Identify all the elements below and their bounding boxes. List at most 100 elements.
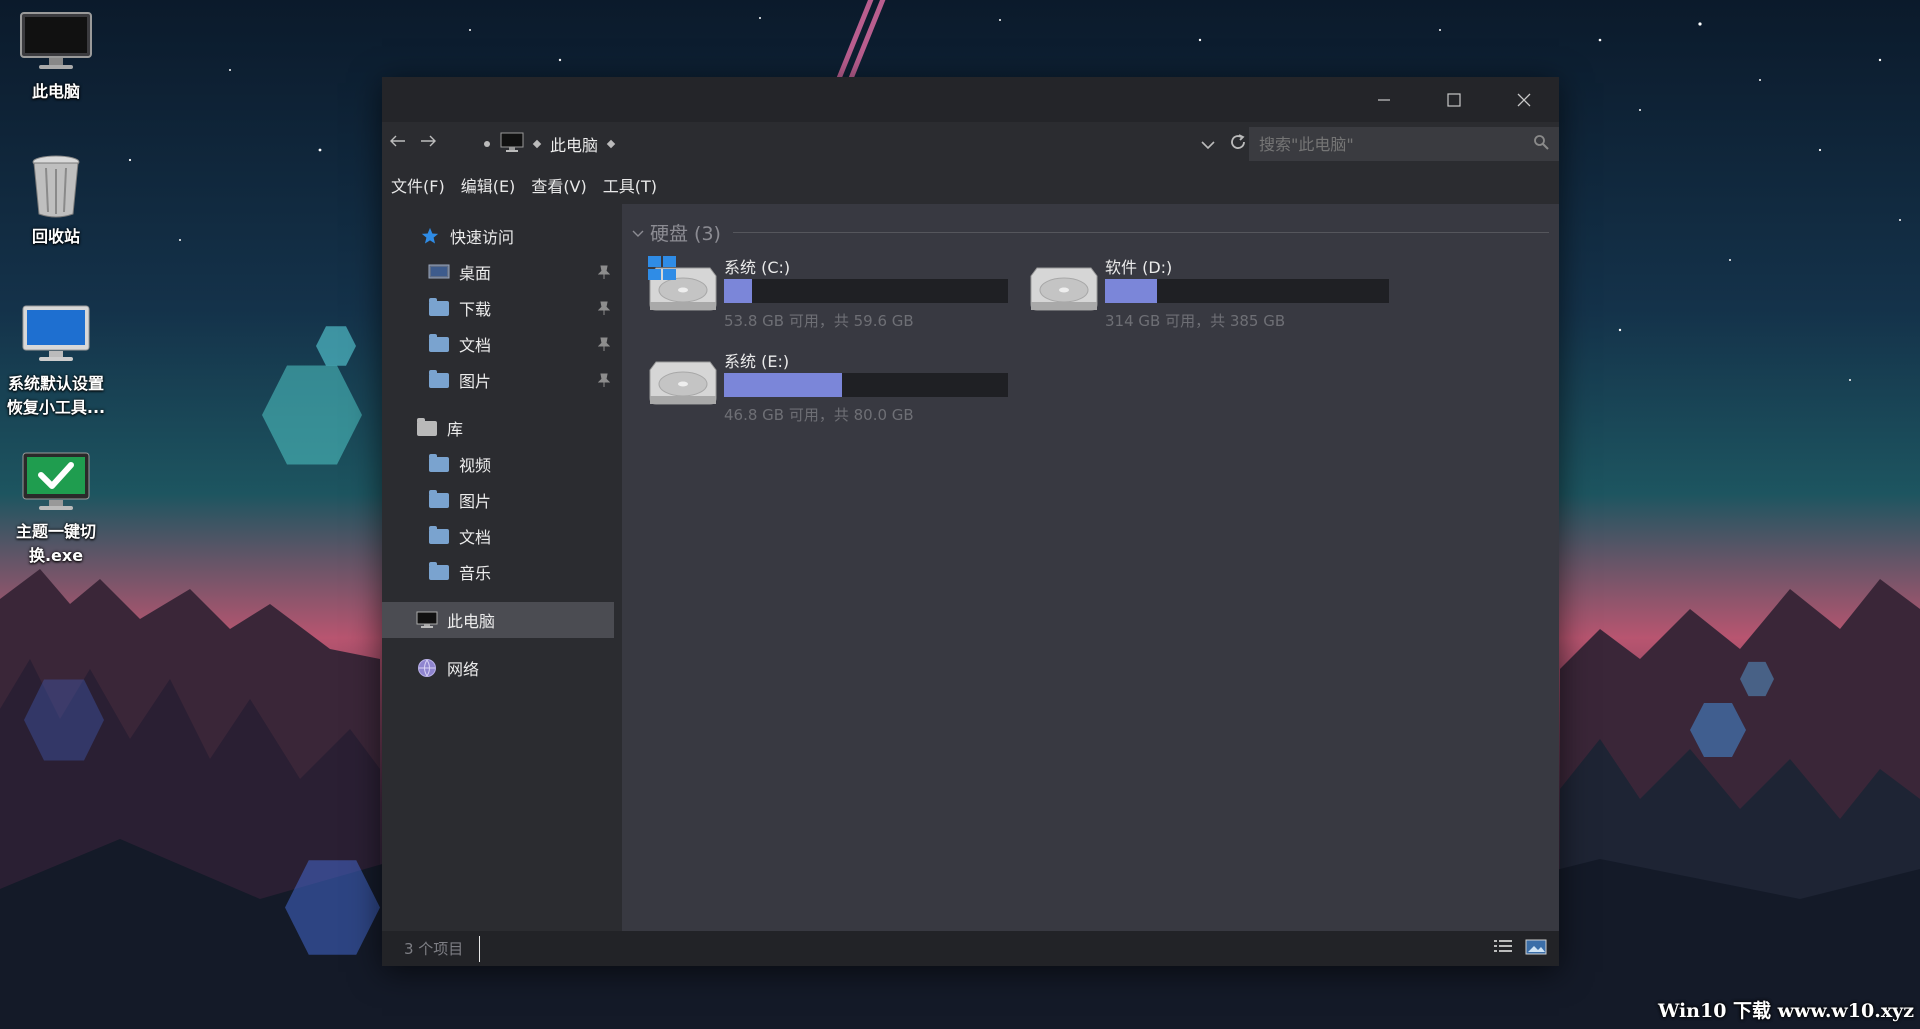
view-switcher <box>1493 938 1547 960</box>
nav-item-music[interactable]: 音乐 <box>382 554 622 590</box>
bokeh-hex <box>316 326 356 366</box>
nav-network[interactable]: 网络 <box>382 650 622 686</box>
drive-usage-fill <box>1105 279 1158 303</box>
details-view-icon[interactable] <box>1493 938 1513 960</box>
breadcrumb-separator-icon <box>532 139 542 149</box>
drive-usage-bar <box>724 373 1008 397</box>
nav-item-videos[interactable]: 视频 <box>382 446 622 482</box>
search-icon[interactable] <box>1533 134 1549 154</box>
chevron-down-icon[interactable] <box>1201 135 1215 154</box>
drive-name: 软件 (D:) <box>1105 258 1173 277</box>
nav-label: 图片 <box>459 372 492 391</box>
desktop-icon-label: 此电脑 <box>31 82 80 101</box>
nav-label: 快速访问 <box>450 228 515 247</box>
nav-label: 下载 <box>459 300 492 319</box>
explorer-window: 此电脑 文件(F) 编辑(E) 查看(V) 工具(T) <box>382 77 1559 966</box>
pin-icon[interactable] <box>597 264 611 283</box>
group-divider <box>732 231 1549 233</box>
star-icon <box>419 227 441 245</box>
nav-item-documents[interactable]: 文档 <box>382 326 622 362</box>
drive-item[interactable]: 系统 (C:) 53.8 GB 可用，共 59.6 GB <box>632 248 1008 334</box>
watermark: Win10 下载 www.w10.xyz <box>1657 1000 1914 1022</box>
drive-space-info: 53.8 GB 可用，共 59.6 GB <box>724 312 914 330</box>
monitor-icon <box>18 10 94 74</box>
drive-list: 系统 (C:) 53.8 GB 可用，共 59.6 GB 软件 (D:) 314… <box>632 246 1549 466</box>
menu-file[interactable]: 文件(F) <box>391 173 445 197</box>
nav-item-library-documents[interactable]: 文档 <box>382 518 622 554</box>
network-icon <box>416 659 438 677</box>
desktop-icon-this-pc[interactable]: 此电脑 <box>1 10 111 104</box>
desktop-icon-default-settings-tool[interactable]: 系统默认设置 恢复小工具... <box>1 302 111 420</box>
forward-button[interactable] <box>415 128 441 154</box>
breadcrumb[interactable]: 此电脑 <box>484 122 616 166</box>
pin-icon[interactable] <box>597 372 611 391</box>
bokeh-hex <box>24 679 104 761</box>
drive-space-info: 314 GB 可用，共 385 GB <box>1105 312 1286 330</box>
maximize-icon <box>1447 92 1461 107</box>
menu-edit[interactable]: 编辑(E) <box>461 173 516 197</box>
address-bar: 此电脑 <box>382 122 1559 166</box>
drive-usage-bar <box>1105 279 1389 303</box>
group-header-hard-disks[interactable]: 硬盘 (3) <box>632 218 1549 246</box>
search-input[interactable] <box>1259 134 1533 154</box>
desktop-icon-theme-switch[interactable]: 主题一键切 换.exe <box>1 450 111 568</box>
pictures-folder-icon <box>428 489 450 509</box>
menu-view[interactable]: 查看(V) <box>531 173 586 197</box>
documents-folder-icon <box>428 333 450 353</box>
navigation-pane: 快速访问 桌面 下载 文档 图片 库 视频 图片 文档 音乐 此电脑 网络 <box>382 204 622 931</box>
nav-item-downloads[interactable]: 下载 <box>382 290 622 326</box>
nav-label: 库 <box>447 420 464 439</box>
videos-folder-icon <box>428 453 450 473</box>
breadcrumb-location[interactable]: 此电脑 <box>550 132 598 156</box>
text-caret <box>479 935 481 962</box>
bokeh-hex <box>1740 661 1774 697</box>
nav-this-pc[interactable]: 此电脑 <box>382 602 614 638</box>
content-pane[interactable]: 硬盘 (3) 系统 (C:) 53.8 GB 可用，共 59.6 GB 软件 (… <box>622 204 1559 931</box>
drive-item[interactable]: 软件 (D:) 314 GB 可用，共 385 GB <box>1013 248 1389 334</box>
menu-bar: 文件(F) 编辑(E) 查看(V) 工具(T) <box>382 166 1559 204</box>
drive-name: 系统 (C:) <box>724 258 791 277</box>
nav-label: 文档 <box>459 528 492 547</box>
breadcrumb-dropdown-icon[interactable] <box>606 139 616 149</box>
search-box[interactable] <box>1249 127 1559 161</box>
nav-label: 音乐 <box>459 564 492 583</box>
windows-drive-icon <box>648 256 717 311</box>
nav-item-pictures[interactable]: 图片 <box>382 362 622 398</box>
nav-item-library-pictures[interactable]: 图片 <box>382 482 622 518</box>
pin-icon[interactable] <box>597 300 611 319</box>
large-icons-view-icon[interactable] <box>1525 938 1547 960</box>
title-bar[interactable] <box>382 77 1559 122</box>
nav-libraries[interactable]: 库 <box>382 410 622 446</box>
nav-label: 文档 <box>459 336 492 355</box>
documents-folder-icon <box>428 525 450 545</box>
library-icon <box>416 417 438 437</box>
nav-item-desktop[interactable]: 桌面 <box>382 254 622 290</box>
drive-name: 系统 (E:) <box>724 352 790 371</box>
maximize-button[interactable] <box>1419 77 1489 122</box>
monitor-check-icon <box>18 450 94 514</box>
refresh-icon[interactable] <box>1229 133 1247 155</box>
drive-usage-fill <box>724 373 842 397</box>
minimize-icon <box>1378 98 1390 101</box>
download-folder-icon <box>428 297 450 317</box>
close-button[interactable] <box>1489 77 1559 122</box>
bokeh-hex <box>262 365 362 465</box>
computer-icon <box>500 132 524 156</box>
menu-tools[interactable]: 工具(T) <box>603 173 657 197</box>
breadcrumb-dot <box>484 141 490 147</box>
chevron-down-icon[interactable] <box>632 221 644 243</box>
desktop-icon-label: 主题一键切 换.exe <box>15 522 96 565</box>
nav-quick-access[interactable]: 快速访问 <box>382 218 622 254</box>
recycle-bin-icon <box>18 155 94 219</box>
nav-label: 网络 <box>447 660 480 679</box>
back-button[interactable] <box>385 128 411 154</box>
desktop-icon-label: 系统默认设置 恢复小工具... <box>6 374 106 417</box>
minimize-button[interactable] <box>1349 77 1419 122</box>
nav-label: 此电脑 <box>447 612 496 631</box>
drive-item[interactable]: 系统 (E:) 46.8 GB 可用，共 80.0 GB <box>632 342 1008 428</box>
arrow-right-icon <box>421 135 436 147</box>
nav-label: 图片 <box>459 492 492 511</box>
desktop-icon-recycle-bin[interactable]: 回收站 <box>1 155 111 249</box>
pin-icon[interactable] <box>597 336 611 355</box>
window-body: 快速访问 桌面 下载 文档 图片 库 视频 图片 文档 音乐 此电脑 网络 硬盘… <box>382 204 1559 931</box>
